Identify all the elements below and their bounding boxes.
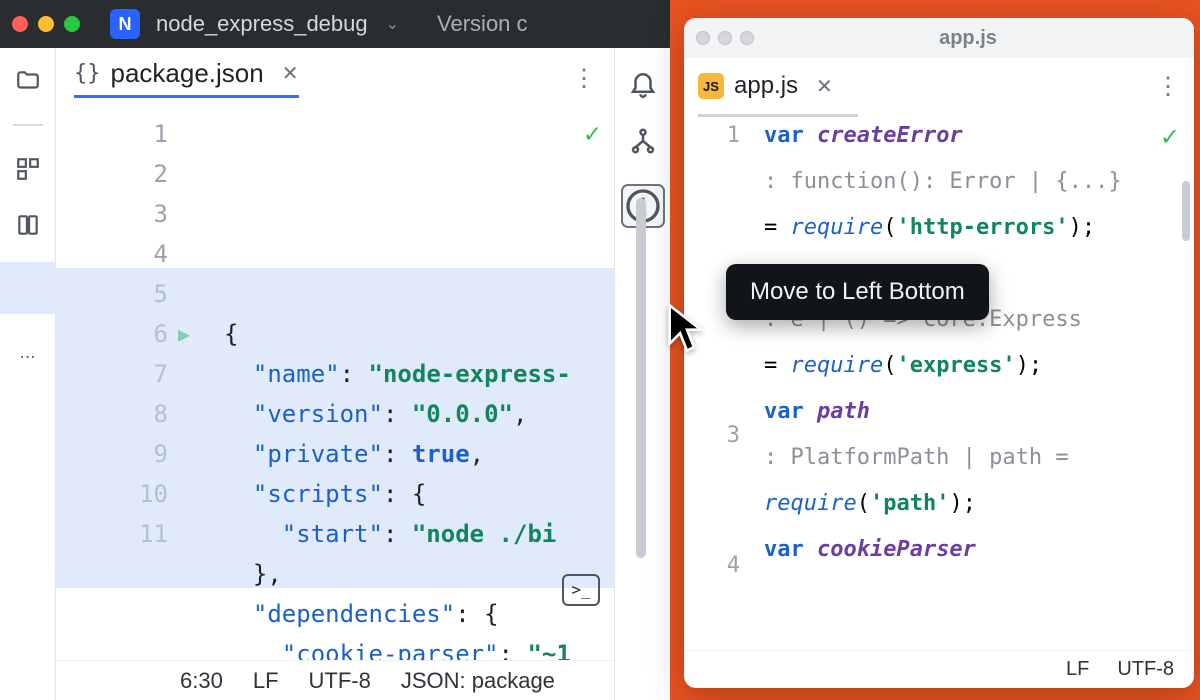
float-close-tab-icon[interactable]: ✕ (816, 74, 833, 99)
line-number: 4 (684, 553, 740, 599)
minimize-window-button[interactable] (38, 16, 54, 32)
detached-editor-window: app.js JS app.js ✕ ⋮ ✓ 1 2 3 4 var creat… (684, 18, 1194, 688)
structure-icon[interactable] (15, 156, 41, 182)
editor-tab-row: {} package.json ✕ ⋮ (56, 48, 614, 108)
file-tab-package-json[interactable]: {} package.json ✕ (74, 58, 299, 98)
code-token: var (764, 399, 817, 424)
float-gutter: 1 2 3 4 (684, 117, 754, 650)
js-file-icon: JS (698, 73, 724, 99)
more-tools-icon[interactable]: ⋯ (15, 344, 41, 370)
code-line: = require('http-errors'); (764, 215, 1194, 261)
project-selector[interactable]: node_express_debug (156, 11, 368, 37)
chevron-down-icon[interactable]: ⌄ (386, 14, 399, 34)
float-status-bar: LF UTF-8 (684, 650, 1194, 688)
float-scrollbar[interactable] (1182, 181, 1190, 241)
project-badge-icon: N (110, 9, 140, 39)
scrollbar[interactable] (636, 198, 646, 558)
float-window-title: app.js (754, 27, 1182, 50)
code-area[interactable]: 1 2 3 4 5 6 7 8 9 10 11 ✓ { "name": "nod… (56, 108, 614, 660)
code-token: var (764, 123, 817, 148)
code-token: cookieParser (817, 537, 976, 562)
code-line: require('path'); (764, 491, 1194, 537)
main-body: ⋯ {} package.json ✕ ⋮ 1 2 3 4 5 6 (0, 48, 670, 700)
file-encoding[interactable]: UTF-8 (309, 668, 371, 694)
vcs-tab[interactable]: Version c (437, 11, 528, 37)
float-minimize-button[interactable] (718, 31, 732, 45)
float-file-tab[interactable]: JS app.js ✕ (698, 72, 833, 100)
code-token: createError (817, 123, 963, 148)
tooltip: Move to Left Bottom (726, 264, 989, 320)
json-file-icon: {} (74, 61, 101, 86)
float-close-button[interactable] (696, 31, 710, 45)
close-tab-icon[interactable]: ✕ (282, 61, 299, 86)
left-tool-rail: ⋯ (0, 48, 56, 700)
line-number: 2 (56, 154, 168, 194)
hierarchy-icon[interactable] (628, 126, 658, 156)
float-line-ending[interactable]: LF (1066, 658, 1089, 681)
tab-options-icon[interactable]: ⋮ (572, 64, 596, 93)
editor-pane: {} package.json ✕ ⋮ 1 2 3 4 5 6 7 8 9 1 (56, 48, 614, 700)
float-code-text[interactable]: var createError : function(): Error | {.… (754, 117, 1194, 650)
close-window-button[interactable] (12, 16, 28, 32)
float-file-encoding[interactable]: UTF-8 (1117, 658, 1174, 681)
line-number: 3 (56, 194, 168, 234)
status-bar: 6:30 LF UTF-8 JSON: package (56, 660, 614, 700)
code-token: var (764, 537, 817, 562)
line-ending[interactable]: LF (253, 668, 279, 694)
code-text[interactable]: ✓ { "name": "node-express- "version": "0… (186, 108, 614, 660)
tab-filename: package.json (111, 58, 264, 89)
inlay-hint: : PlatformPath | path = (764, 445, 1194, 491)
file-language[interactable]: JSON: package (401, 668, 555, 694)
window-controls (12, 16, 80, 32)
code-line: = require('express'); (764, 353, 1194, 399)
mouse-cursor-icon (666, 302, 708, 359)
code-token: path (817, 399, 870, 424)
active-tool-highlight[interactable] (0, 262, 56, 314)
float-titlebar: app.js (684, 18, 1194, 58)
titlebar: N node_express_debug ⌄ Version c (0, 0, 670, 48)
main-ide-window: N node_express_debug ⌄ Version c ⋯ {} p (0, 0, 670, 700)
maximize-window-button[interactable] (64, 16, 80, 32)
float-window-controls (696, 31, 754, 45)
line-number: 1 (684, 123, 740, 253)
cursor-position[interactable]: 6:30 (180, 668, 223, 694)
folder-icon[interactable] (15, 68, 41, 94)
float-inspection-ok-icon[interactable]: ✓ (1160, 123, 1180, 152)
float-tab-row: JS app.js ✕ ⋮ (684, 58, 1194, 114)
bookmarks-icon[interactable] (15, 212, 41, 238)
rail-separator (13, 124, 43, 126)
inlay-hint: : function(): Error | {...} (764, 169, 1194, 215)
line-number: 3 (684, 423, 740, 553)
notifications-icon[interactable] (628, 68, 658, 98)
float-tab-options-icon[interactable]: ⋮ (1156, 72, 1180, 101)
line-number: 1 (56, 114, 168, 154)
inspection-ok-icon[interactable]: ✓ (584, 114, 600, 154)
float-maximize-button[interactable] (740, 31, 754, 45)
float-code-area[interactable]: ✓ 1 2 3 4 var createError : function(): … (684, 117, 1194, 650)
float-tab-filename: app.js (734, 72, 798, 100)
